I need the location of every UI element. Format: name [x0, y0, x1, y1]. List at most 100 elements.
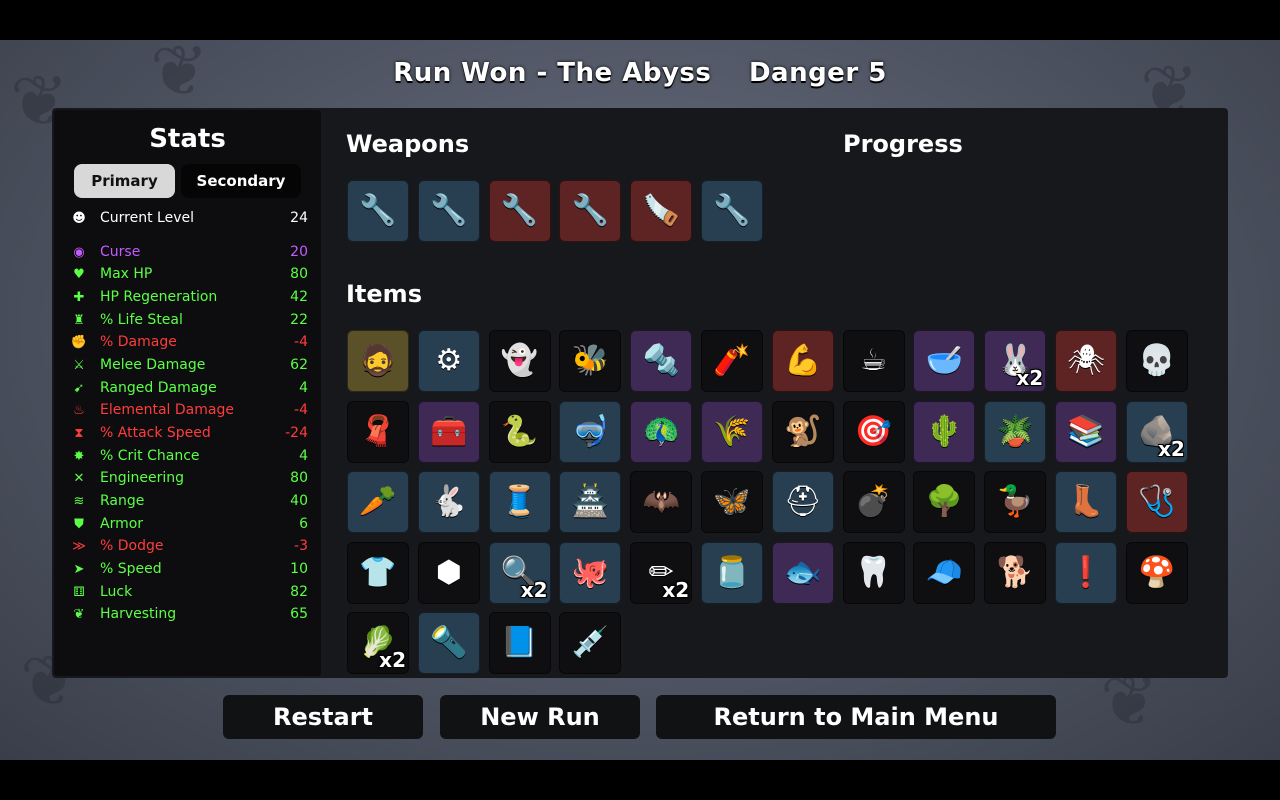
- tab-secondary[interactable]: Secondary: [181, 164, 301, 198]
- stat-row[interactable]: ✚ HP Regeneration 42: [68, 287, 308, 307]
- stat-row[interactable]: ♨ Elemental Damage -4: [68, 400, 308, 420]
- main-menu-button[interactable]: Return to Main Menu: [656, 695, 1056, 739]
- stat-row[interactable]: ✊ % Damage -4: [68, 332, 308, 352]
- item-slot[interactable]: 🦷: [842, 541, 905, 604]
- item-slot[interactable]: 🥣: [913, 330, 976, 392]
- item-count-badge: x2: [1157, 436, 1185, 461]
- stat-row[interactable]: ✕ Engineering 80: [68, 468, 308, 488]
- item-slot[interactable]: 🐒: [771, 400, 834, 463]
- item-slot[interactable]: 🏯: [559, 471, 622, 533]
- item-slot[interactable]: 🧔: [347, 330, 409, 392]
- item-slot[interactable]: 🥬 x2: [347, 612, 409, 674]
- stat-row[interactable]: ⧗ % Attack Speed -24: [68, 423, 308, 443]
- stat-label: Harvesting: [100, 606, 177, 622]
- item-slot[interactable]: 🔩: [630, 330, 693, 392]
- stat-row[interactable]: ◉ Curse 20: [68, 242, 308, 262]
- curse-icon: ◉: [73, 244, 85, 260]
- stat-row[interactable]: ✸ % Crit Chance 4: [68, 446, 308, 466]
- tab-primary[interactable]: Primary: [74, 164, 175, 198]
- item-slot[interactable]: 🪴: [984, 400, 1047, 463]
- item-slot[interactable]: 🐰 x2: [984, 330, 1047, 392]
- level-icon: ☻: [72, 210, 86, 226]
- item-slot[interactable]: 📚: [1055, 400, 1117, 463]
- medkit-icon: 🩺: [1138, 484, 1176, 519]
- weapon-slot[interactable]: 🔧: [488, 180, 551, 242]
- item-slot[interactable]: 🫙: [701, 541, 763, 604]
- dodge-icon: ≫: [72, 538, 86, 554]
- run-result-label: Run Won - The Abyss: [393, 58, 712, 88]
- item-slot[interactable]: 🌳: [913, 471, 976, 533]
- book-icon: 📘: [500, 625, 539, 660]
- item-slot[interactable]: ⚙: [417, 330, 480, 392]
- item-slot[interactable]: 🍄: [1125, 541, 1188, 604]
- item-slot[interactable]: ⛑: [771, 471, 834, 533]
- stat-row[interactable]: ➤ % Speed 10: [68, 559, 308, 579]
- item-slot[interactable]: 🔦: [417, 612, 480, 674]
- item-slot[interactable]: 💪: [771, 330, 834, 392]
- item-slot[interactable]: 💉: [559, 612, 622, 674]
- weapon-slot[interactable]: 🪚: [630, 180, 693, 242]
- item-slot[interactable]: 🦚: [630, 400, 693, 463]
- item-slot[interactable]: 🩺: [1125, 471, 1188, 533]
- stat-value: 4: [299, 448, 308, 464]
- item-slot[interactable]: 🥕: [347, 471, 409, 533]
- item-slot[interactable]: 🦇: [630, 471, 693, 533]
- stat-row[interactable]: ♜ % Life Steal 22: [68, 310, 308, 330]
- stat-row[interactable]: ➹ Ranged Damage 4: [68, 378, 308, 398]
- item-slot[interactable]: 👢: [1055, 471, 1117, 533]
- item-slot[interactable]: 💀: [1125, 330, 1188, 392]
- item-slot[interactable]: 🐙: [559, 541, 622, 604]
- item-slot[interactable]: 🔍 x2: [488, 541, 551, 604]
- stat-row[interactable]: ❦ Harvesting 65: [68, 604, 308, 624]
- stat-row[interactable]: ⛊ Armor 6: [68, 514, 308, 534]
- item-slot[interactable]: 🧢: [913, 541, 976, 604]
- item-slot[interactable]: 🐝: [559, 330, 622, 392]
- item-slot[interactable]: 🐇: [417, 471, 480, 533]
- stat-row[interactable]: ⚅ Luck 82: [68, 582, 308, 602]
- item-slot[interactable]: 🐟: [771, 541, 834, 604]
- new-run-button[interactable]: New Run: [440, 695, 640, 739]
- weapon-slot[interactable]: 🔧: [559, 180, 622, 242]
- item-slot[interactable]: 🎯: [842, 400, 905, 463]
- fire-icon: ♨: [73, 402, 85, 418]
- item-slot[interactable]: 📘: [488, 612, 551, 674]
- item-slot[interactable]: 🦆: [984, 471, 1047, 533]
- item-slot[interactable]: 🧨: [701, 330, 763, 392]
- restart-button[interactable]: Restart: [223, 695, 423, 739]
- item-slot[interactable]: 🧰: [417, 400, 480, 463]
- harvest-icon: ❦: [73, 606, 85, 622]
- item-slot[interactable]: 👻: [488, 330, 551, 392]
- item-slot[interactable]: ✏ x2: [630, 541, 693, 604]
- item-slot[interactable]: 🧵: [488, 471, 551, 533]
- item-slot[interactable]: 🪨 x2: [1125, 400, 1188, 463]
- stat-row[interactable]: ♥ Max HP 80: [68, 264, 308, 284]
- stat-value: 42: [290, 289, 308, 305]
- weapon-slot[interactable]: 🔧: [347, 180, 409, 242]
- item-slot[interactable]: 🕷: [1055, 330, 1117, 392]
- mortar-icon: 🥣: [925, 343, 964, 378]
- item-slot[interactable]: ❗: [1055, 541, 1117, 604]
- item-slot[interactable]: 💣: [842, 471, 905, 533]
- item-slot[interactable]: 🤿: [559, 400, 622, 463]
- medic-turret-icon: ⛑: [783, 484, 822, 519]
- item-slot[interactable]: ☕: [842, 330, 905, 392]
- item-slot[interactable]: 🐍: [488, 400, 551, 463]
- garden-icon: 🪴: [996, 413, 1034, 449]
- weapon-slot[interactable]: 🔧: [701, 180, 763, 242]
- stat-row[interactable]: ⚔ Melee Damage 62: [68, 355, 308, 375]
- item-slot[interactable]: 🌾: [701, 400, 763, 463]
- weapon-slot[interactable]: 🔧: [417, 180, 480, 242]
- item-slot[interactable]: ⬢: [417, 541, 480, 604]
- stat-row[interactable]: ☻ Current Level 24: [68, 208, 308, 228]
- stat-row[interactable]: ≋ Range 40: [68, 491, 308, 511]
- boot-icon: 👢: [1067, 484, 1105, 519]
- stat-row[interactable]: ≫ % Dodge -3: [68, 536, 308, 556]
- item-slot[interactable]: 👕: [347, 541, 409, 604]
- item-slot[interactable]: 🐕: [984, 541, 1047, 604]
- item-slot[interactable]: 🧣: [347, 400, 409, 463]
- stat-label: Current Level: [100, 210, 194, 226]
- stat-value: 20: [290, 244, 308, 260]
- stat-value: 40: [290, 493, 308, 509]
- item-slot[interactable]: 🌵: [913, 400, 976, 463]
- item-slot[interactable]: 🦋: [701, 471, 763, 533]
